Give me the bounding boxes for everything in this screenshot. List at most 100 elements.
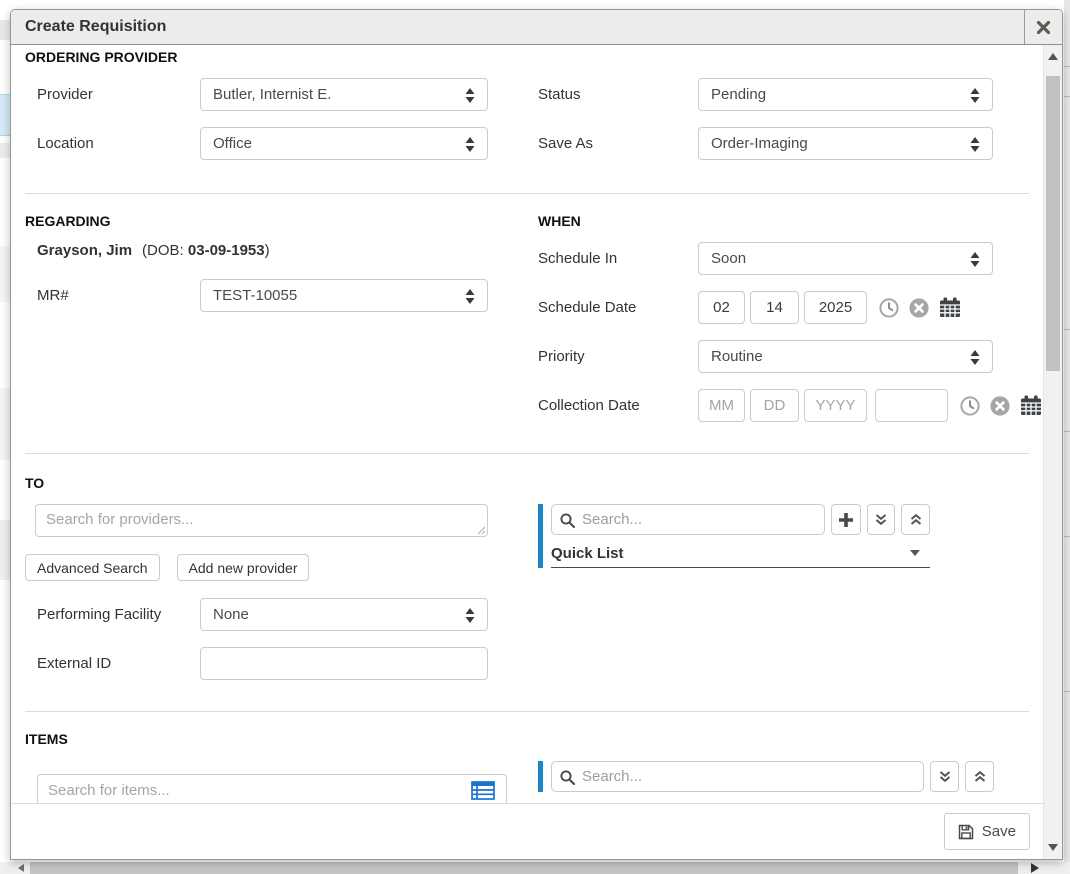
items-section [25,747,1029,803]
background-block [0,246,10,302]
collection-date-label: Collection Date [538,397,698,414]
create-requisition-dialog: Create Requisition ORDERING PROVIDER Pro… [10,9,1063,860]
collection-date-day-input[interactable] [750,389,799,422]
background-block [0,143,10,158]
items-expand-all-button[interactable] [930,761,959,792]
mr-number-select[interactable]: TEST-10055 [200,279,488,312]
priority-select[interactable]: Routine [698,340,993,373]
status-select[interactable]: Pending [698,78,993,111]
collection-date-month-input[interactable] [698,389,745,422]
background-block [0,388,10,460]
background-line [1064,691,1070,692]
scroll-up-arrow-icon[interactable] [1048,53,1058,60]
provider-select[interactable]: Butler, Internist E. [200,78,488,111]
save-as-select-value: Order-Imaging [711,135,808,152]
save-button[interactable]: Save [944,813,1030,850]
mr-number-select-value: TEST-10055 [213,287,297,304]
save-floppy-icon [958,824,974,840]
schedule-date-calendar-button[interactable] [939,297,961,318]
location-label: Location [25,135,200,152]
section-title-to: TO [25,475,1029,491]
location-select-value: Office [213,135,252,152]
select-caret-icon [465,608,475,623]
location-select[interactable]: Office [200,127,488,160]
double-chevron-down-icon [938,770,952,784]
ordering-provider-section: Provider Butler, Internist E. Location O… [25,78,1029,176]
schedule-date-now-button[interactable] [879,298,899,318]
item-search-input[interactable] [37,774,507,803]
scroll-down-arrow-icon[interactable] [1048,844,1058,851]
scroll-right-arrow-icon[interactable] [1031,863,1039,873]
background-page-left [0,0,10,874]
provider-label: Provider [25,86,200,103]
add-new-provider-button[interactable]: Add new provider [177,554,310,581]
double-chevron-down-icon [874,513,888,527]
schedule-in-select[interactable]: Soon [698,242,993,275]
performing-facility-select[interactable]: None [200,598,488,631]
advanced-search-button[interactable]: Advanced Search [25,554,160,581]
add-to-quick-list-button[interactable] [831,504,861,535]
collection-time-input[interactable] [875,389,948,422]
save-as-select[interactable]: Order-Imaging [698,127,993,160]
background-line [1064,329,1070,330]
background-line [1064,96,1070,97]
to-collapse-all-button[interactable] [901,504,930,535]
collection-date-clear-button[interactable] [990,396,1010,416]
background-block [0,520,10,580]
plus-icon [838,512,854,528]
background-block [0,20,10,40]
collection-date-calendar-button[interactable] [1020,395,1042,416]
search-icon [560,513,575,528]
dialog-vertical-scrollbar[interactable] [1043,45,1062,859]
triangle-down-icon [910,550,920,556]
performing-facility-select-value: None [213,606,249,623]
schedule-date-year-input[interactable] [804,291,867,324]
external-id-input[interactable] [200,647,488,680]
priority-select-value: Routine [711,348,763,365]
select-caret-icon [465,289,475,304]
search-icon [560,770,575,785]
schedule-date-month-input[interactable] [698,291,745,324]
vertical-scrollbar-thumb[interactable] [1046,76,1060,371]
schedule-in-label: Schedule In [538,250,698,267]
save-as-label: Save As [538,135,698,152]
items-quick-search [551,761,924,792]
section-title-regarding: REGARDING [25,213,522,229]
section-divider [25,193,1029,194]
status-select-value: Pending [711,86,766,103]
to-expand-all-button[interactable] [867,504,896,535]
schedule-date-clear-button[interactable] [909,298,929,318]
items-collapse-all-button[interactable] [965,761,994,792]
patient-name: Grayson, Jim [37,242,132,259]
page-horizontal-scrollbar[interactable] [0,862,1070,874]
section-divider [25,711,1029,712]
section-divider [25,453,1029,454]
section-title-ordering-provider: ORDERING PROVIDER [25,45,1029,65]
close-button[interactable] [1024,10,1062,44]
double-chevron-up-icon [909,513,923,527]
status-label: Status [538,86,698,103]
close-icon [1037,21,1050,34]
schedule-date-day-input[interactable] [750,291,799,324]
external-id-label: External ID [25,655,200,672]
select-caret-icon [465,88,475,103]
patient-dob: (DOB: 03-09-1953) [142,242,270,259]
section-title-when: WHEN [538,213,1042,229]
horizontal-scrollbar-thumb[interactable] [30,862,1018,874]
select-caret-icon [465,137,475,152]
dialog-header: Create Requisition [11,10,1062,45]
items-quick-search-input[interactable] [580,762,917,791]
scroll-left-arrow-icon[interactable] [18,864,24,872]
select-caret-icon [970,88,980,103]
quick-list-header[interactable]: Quick List [551,539,930,568]
to-quick-search-input[interactable] [580,505,818,534]
when-section: WHEN Schedule In Soon Schedule Date [538,213,1042,422]
dialog-title: Create Requisition [25,18,166,36]
schedule-in-select-value: Soon [711,250,746,267]
double-chevron-up-icon [973,770,987,784]
item-browse-button[interactable] [471,781,495,800]
collection-date-now-button[interactable] [960,396,980,416]
collection-date-year-input[interactable] [804,389,867,422]
provider-search-textarea[interactable] [35,504,488,537]
to-quick-panel: Quick List [538,504,930,568]
